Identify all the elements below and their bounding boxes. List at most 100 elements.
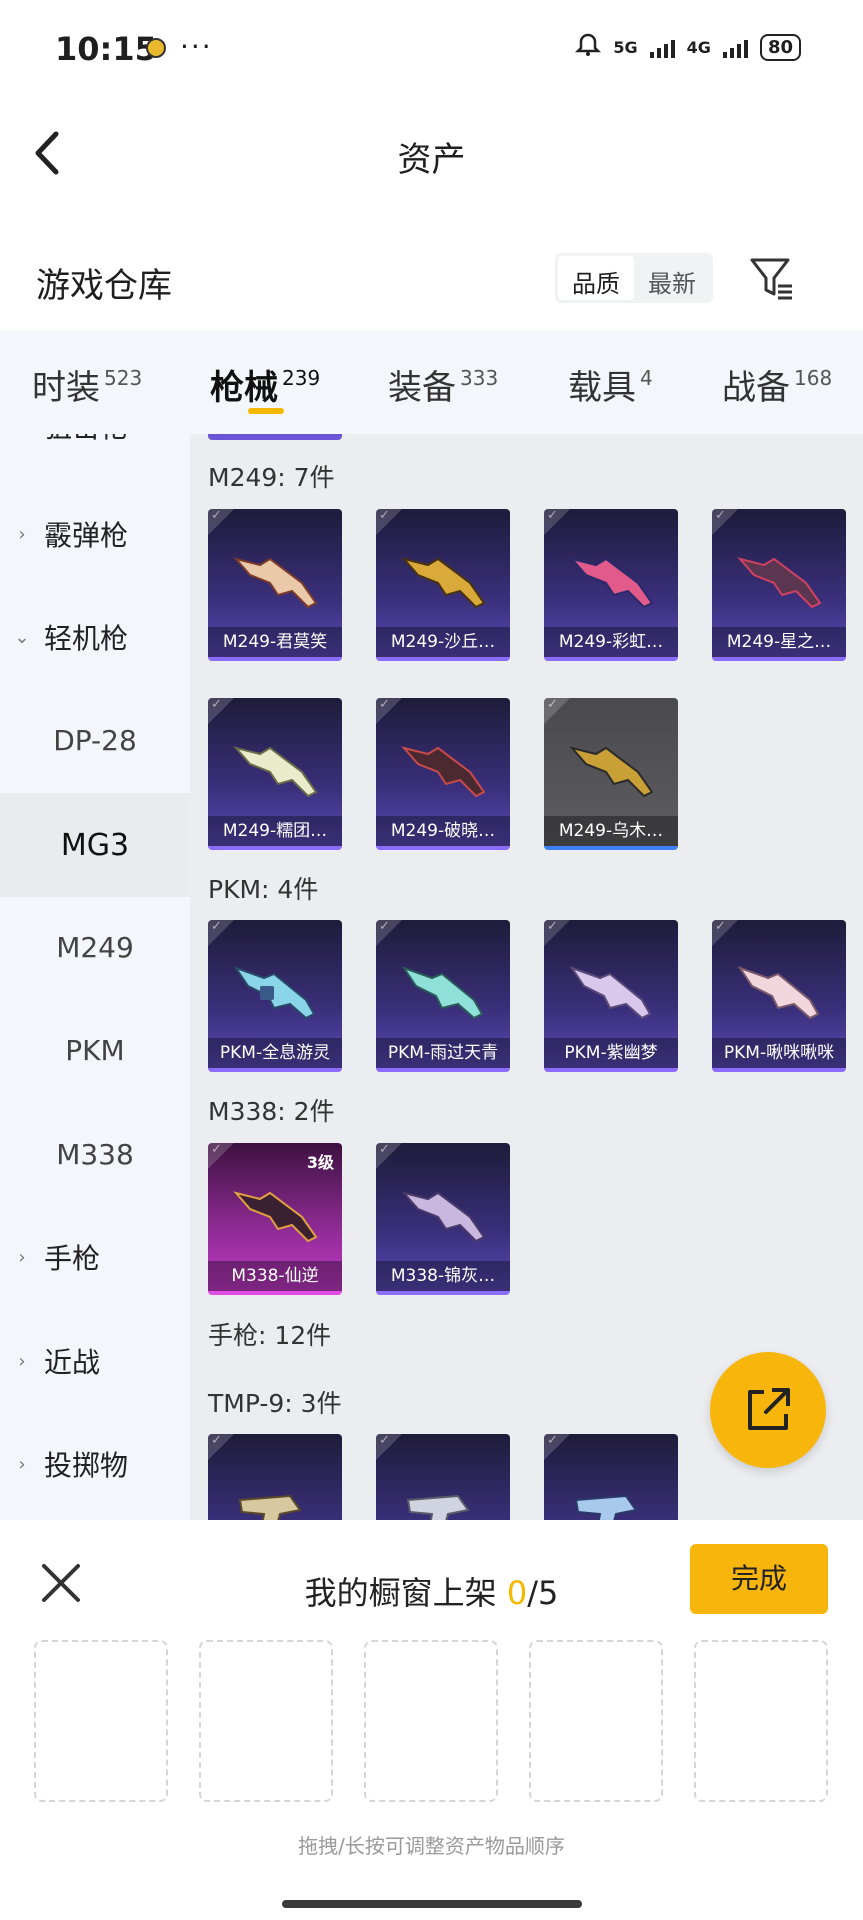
rifle-icon xyxy=(401,746,486,798)
signal-icon xyxy=(649,36,675,58)
tab-label: 载具 xyxy=(568,368,636,408)
check-icon xyxy=(376,509,402,535)
sidebar-item-label: 霰弹枪 xyxy=(44,519,129,552)
item-card[interactable]: M249-星之… xyxy=(712,509,846,661)
rifle-icon xyxy=(233,966,316,1020)
home-indicator[interactable] xyxy=(282,1900,582,1908)
item-card[interactable]: M249-君莫笑 xyxy=(208,509,342,661)
sort-newest-button[interactable]: 最新 xyxy=(634,256,710,300)
weapon-sidebar: ›狙击枪 ›霰弹枪 ⌄轻机枪 DP-28 MG3 M249 PKM M338 ›… xyxy=(0,434,190,1520)
tab-supplies[interactable]: 战备 168 xyxy=(722,360,832,409)
item-card[interactable]: M338-锦灰… xyxy=(376,1143,510,1295)
sidebar-sub-mg3[interactable]: MG3 xyxy=(0,793,190,897)
filter-icon xyxy=(750,258,792,300)
sidebar-item-melee[interactable]: › 近战 xyxy=(0,1311,190,1411)
rifle-icon xyxy=(737,557,822,609)
warehouse-header: 游戏仓库 品质 最新 xyxy=(0,240,863,320)
rifle-icon xyxy=(737,966,820,1020)
group-header-m338: M338: 2件 xyxy=(208,1097,335,1126)
sidebar-item-pistol[interactable]: › 手枪 xyxy=(0,1207,190,1307)
item-card[interactable]: PKM-雨过天青 xyxy=(376,920,510,1072)
check-icon xyxy=(544,920,570,946)
tab-count: 168 xyxy=(794,366,833,390)
tab-label: 战备 xyxy=(722,368,790,408)
check-icon xyxy=(544,1434,570,1460)
item-card[interactable]: M249-糯团… xyxy=(208,698,342,850)
item-card[interactable] xyxy=(376,1434,510,1520)
sidebar-item-label: 近战 xyxy=(44,1346,101,1379)
tab-vehicles[interactable]: 载具 4 xyxy=(568,360,653,409)
item-name: M338-仙逆 xyxy=(208,1261,342,1291)
chevron-down-icon: ⌄ xyxy=(14,626,30,648)
tab-guns[interactable]: 枪械 239 xyxy=(210,360,320,409)
item-card[interactable]: PKM-紫幽梦 xyxy=(544,920,678,1072)
sidebar-item-lmg[interactable]: ⌄ 轻机枪 xyxy=(0,587,190,687)
status-bar: 10:15 ··· 5G 4G 80 xyxy=(0,0,863,100)
tab-label: 枪械 xyxy=(210,368,278,408)
sidebar-sub-pkm[interactable]: PKM xyxy=(0,1000,190,1100)
rifle-icon xyxy=(233,1191,318,1243)
group-header-pistol: 手枪: 12件 xyxy=(208,1321,332,1350)
item-card[interactable] xyxy=(208,1434,342,1520)
tab-fashion[interactable]: 时装 523 xyxy=(32,360,142,409)
tab-equipment[interactable]: 装备 333 xyxy=(388,360,498,409)
pistol-icon xyxy=(238,1494,302,1520)
group-header-tmp9: TMP-9: 3件 xyxy=(208,1389,342,1418)
chevron-right-icon: › xyxy=(18,1246,26,1268)
check-icon xyxy=(712,509,738,535)
check-icon xyxy=(376,698,402,724)
item-card[interactable]: 3级 M338-仙逆 xyxy=(208,1143,342,1295)
sidebar-sub-m338[interactable]: M338 xyxy=(0,1104,190,1204)
sort-quality-button[interactable]: 品质 xyxy=(558,256,634,300)
rifle-icon xyxy=(569,746,654,798)
showcase-slot[interactable] xyxy=(199,1640,333,1802)
level-badge: 3级 xyxy=(306,1153,334,1172)
more-notifications-icon: ··· xyxy=(180,30,213,63)
sidebar-sub-dp28[interactable]: DP-28 xyxy=(0,690,190,790)
rifle-icon xyxy=(233,557,318,609)
filter-button[interactable] xyxy=(748,254,796,302)
battery-icon: 80 xyxy=(759,33,801,61)
check-icon xyxy=(208,509,234,535)
check-icon xyxy=(712,920,738,946)
status-icons: 5G 4G 80 xyxy=(575,32,801,62)
item-name: M338-锦灰… xyxy=(376,1261,510,1291)
drag-hint: 拖拽/长按可调整资产物品顺序 xyxy=(298,1834,565,1858)
showcase-slot[interactable] xyxy=(694,1640,828,1802)
item-card[interactable]: PKM-啾咪啾咪 xyxy=(712,920,846,1072)
category-tabs: 时装 523 枪械 239 装备 333 载具 4 战备 168 xyxy=(0,330,863,434)
section-title: 游戏仓库 xyxy=(36,266,172,306)
item-card[interactable]: PKM-全息游灵 xyxy=(208,920,342,1072)
tab-label: 时装 xyxy=(32,368,100,408)
tab-label: 装备 xyxy=(388,368,456,408)
item-card[interactable] xyxy=(544,1434,678,1520)
sidebar-item-shotgun[interactable]: › 霰弹枪 xyxy=(0,484,190,584)
item-name: M249-沙丘… xyxy=(376,627,510,657)
rifle-icon xyxy=(401,557,486,609)
alarm-icon xyxy=(575,32,602,62)
item-name: M249-糯团… xyxy=(208,816,342,846)
sidebar-sub-m249[interactable]: M249 xyxy=(0,897,190,997)
showcase-slot[interactable] xyxy=(34,1640,168,1802)
item-card[interactable]: M249-乌木… xyxy=(544,698,678,850)
item-name: PKM-啾咪啾咪 xyxy=(712,1038,846,1068)
network-5g-label: 5G xyxy=(613,37,638,57)
selected-count: 0 xyxy=(506,1574,528,1612)
showcase-slot[interactable] xyxy=(529,1640,663,1802)
tab-count: 333 xyxy=(460,366,499,390)
item-card[interactable]: M249-彩虹… xyxy=(544,509,678,661)
sidebar-item-label: 狙击枪 xyxy=(44,434,128,446)
rifle-icon xyxy=(569,557,654,609)
sidebar-item-sniper[interactable]: ›狙击枪 xyxy=(0,434,190,476)
showcase-slot[interactable] xyxy=(364,1640,498,1802)
done-button[interactable]: 完成 xyxy=(690,1544,828,1614)
sidebar-item-throwable[interactable]: › 投掷物 xyxy=(0,1414,190,1514)
item-card[interactable]: M249-沙丘… xyxy=(376,509,510,661)
share-icon xyxy=(748,1388,790,1430)
rifle-icon xyxy=(401,1191,486,1243)
item-name: M249-君莫笑 xyxy=(208,627,342,657)
item-card[interactable]: M249-破晓… xyxy=(376,698,510,850)
share-button[interactable] xyxy=(710,1352,826,1468)
pistol-icon xyxy=(574,1494,638,1520)
chevron-right-icon: › xyxy=(0,434,44,437)
